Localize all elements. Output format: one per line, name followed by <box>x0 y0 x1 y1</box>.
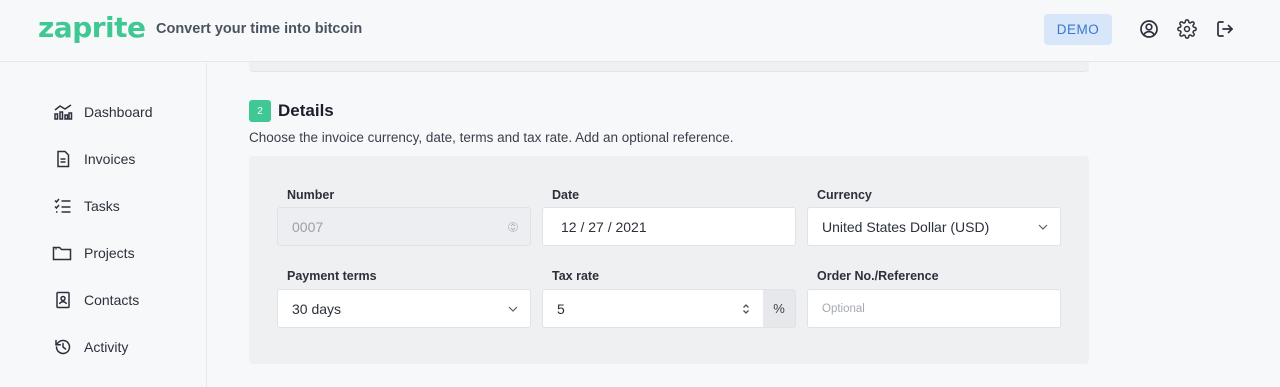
chart-icon <box>52 101 74 123</box>
sidebar-item-contacts[interactable]: Contacts <box>52 288 139 312</box>
sidebar-item-label: Projects <box>84 245 135 261</box>
payment-terms-label: Payment terms <box>287 269 377 283</box>
sidebar-item-label: Invoices <box>84 151 136 167</box>
top-bar: zaprite Convert your time into bitcoin D… <box>0 0 1280 62</box>
sidebar-item-label: Dashboard <box>84 104 153 120</box>
logout-icon[interactable] <box>1214 18 1236 40</box>
chevron-down-icon <box>1038 208 1048 245</box>
checklist-icon <box>52 195 74 217</box>
tax-rate-value: 5 <box>557 300 565 317</box>
sidebar-item-label: Activity <box>84 339 129 355</box>
date-value: 12 / 27 / 2021 <box>561 218 647 235</box>
sidebar-item-label: Contacts <box>84 292 140 308</box>
section-description: Choose the invoice currency, date, terms… <box>249 130 734 145</box>
date-input[interactable]: 12 / 27 / 2021 <box>542 207 796 246</box>
tax-rate-label: Tax rate <box>552 269 600 283</box>
sidebar-item-projects[interactable]: Projects <box>52 241 135 265</box>
contact-card-icon <box>52 289 74 311</box>
payment-terms-select[interactable]: 30 days <box>277 289 531 328</box>
tax-rate-input[interactable]: 5 <box>542 289 764 328</box>
number-value: 0007 <box>292 218 324 235</box>
date-label: Date <box>552 188 580 202</box>
currency-value: United States Dollar (USD) <box>822 218 990 235</box>
history-icon <box>52 336 74 358</box>
currency-label: Currency <box>817 188 872 202</box>
previous-section-card <box>249 62 1089 72</box>
payment-terms-value: 30 days <box>292 300 342 317</box>
settings-gear-icon[interactable] <box>1176 18 1198 40</box>
currency-select[interactable]: United States Dollar (USD) <box>807 207 1061 246</box>
stepper-icon[interactable] <box>741 290 751 327</box>
number-label: Number <box>287 188 335 202</box>
number-input: 0007 <box>277 207 531 246</box>
sidebar-item-activity[interactable]: Activity <box>52 335 128 359</box>
sidebar: Dashboard Invoices Tasks Projects Contac… <box>0 63 207 387</box>
sidebar-item-dashboard[interactable]: Dashboard <box>52 100 153 124</box>
details-card <box>249 156 1089 364</box>
account-icon[interactable] <box>1138 18 1160 40</box>
section-title: Details <box>278 101 334 120</box>
chevron-down-icon <box>508 290 518 327</box>
app-logo[interactable]: zaprite <box>38 11 146 44</box>
sidebar-item-invoices[interactable]: Invoices <box>52 147 135 171</box>
sidebar-item-label: Tasks <box>84 198 120 214</box>
demo-button[interactable]: DEMO <box>1044 14 1112 45</box>
reference-placeholder: Optional <box>822 302 865 315</box>
reference-input[interactable]: Optional <box>807 289 1061 328</box>
tax-rate-unit: % <box>763 289 796 328</box>
app-tagline: Convert your time into bitcoin <box>156 21 363 37</box>
document-icon <box>52 148 74 170</box>
folder-icon <box>52 242 74 264</box>
number-stepper-icon <box>508 208 518 245</box>
reference-label: Order No./Reference <box>817 269 939 283</box>
sidebar-item-tasks[interactable]: Tasks <box>52 194 120 218</box>
step-badge: 2 <box>249 100 271 122</box>
